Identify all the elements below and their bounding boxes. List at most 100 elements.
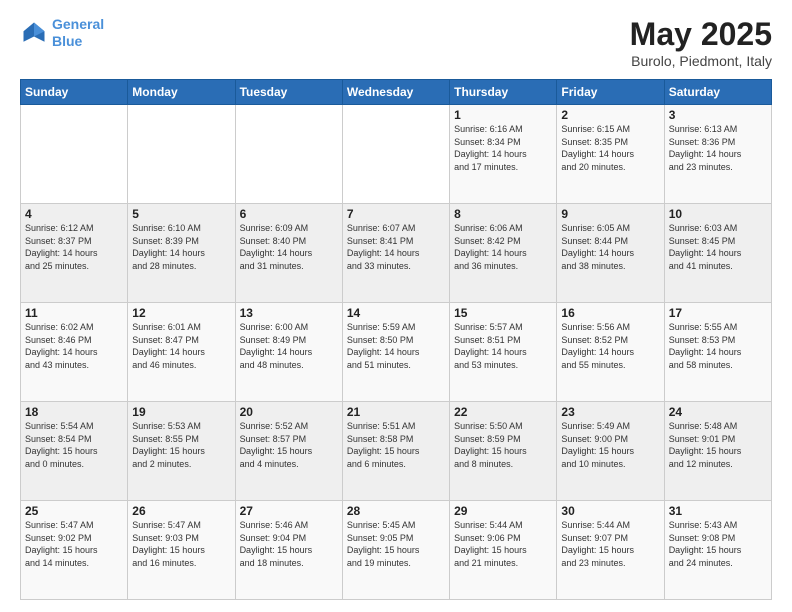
calendar-cell: 18Sunrise: 5:54 AM Sunset: 8:54 PM Dayli… (21, 402, 128, 501)
day-number: 11 (25, 306, 123, 320)
calendar-body: 1Sunrise: 6:16 AM Sunset: 8:34 PM Daylig… (21, 105, 772, 600)
day-number: 20 (240, 405, 338, 419)
weekday-sunday: Sunday (21, 80, 128, 105)
day-info: Sunrise: 6:15 AM Sunset: 8:35 PM Dayligh… (561, 123, 659, 173)
logo-text: General Blue (52, 16, 104, 50)
day-number: 25 (25, 504, 123, 518)
calendar-cell: 29Sunrise: 5:44 AM Sunset: 9:06 PM Dayli… (450, 501, 557, 600)
weekday-saturday: Saturday (664, 80, 771, 105)
day-info: Sunrise: 5:55 AM Sunset: 8:53 PM Dayligh… (669, 321, 767, 371)
calendar-cell: 31Sunrise: 5:43 AM Sunset: 9:08 PM Dayli… (664, 501, 771, 600)
day-info: Sunrise: 5:52 AM Sunset: 8:57 PM Dayligh… (240, 420, 338, 470)
day-info: Sunrise: 6:10 AM Sunset: 8:39 PM Dayligh… (132, 222, 230, 272)
day-info: Sunrise: 5:46 AM Sunset: 9:04 PM Dayligh… (240, 519, 338, 569)
calendar-cell: 17Sunrise: 5:55 AM Sunset: 8:53 PM Dayli… (664, 303, 771, 402)
weekday-thursday: Thursday (450, 80, 557, 105)
day-info: Sunrise: 6:03 AM Sunset: 8:45 PM Dayligh… (669, 222, 767, 272)
day-number: 31 (669, 504, 767, 518)
logo: General Blue (20, 16, 104, 50)
day-info: Sunrise: 6:09 AM Sunset: 8:40 PM Dayligh… (240, 222, 338, 272)
day-number: 18 (25, 405, 123, 419)
day-number: 14 (347, 306, 445, 320)
subtitle: Burolo, Piedmont, Italy (630, 53, 772, 69)
day-info: Sunrise: 6:12 AM Sunset: 8:37 PM Dayligh… (25, 222, 123, 272)
calendar-cell: 22Sunrise: 5:50 AM Sunset: 8:59 PM Dayli… (450, 402, 557, 501)
weekday-tuesday: Tuesday (235, 80, 342, 105)
calendar-cell: 27Sunrise: 5:46 AM Sunset: 9:04 PM Dayli… (235, 501, 342, 600)
day-number: 4 (25, 207, 123, 221)
day-info: Sunrise: 6:07 AM Sunset: 8:41 PM Dayligh… (347, 222, 445, 272)
day-number: 1 (454, 108, 552, 122)
day-info: Sunrise: 6:16 AM Sunset: 8:34 PM Dayligh… (454, 123, 552, 173)
calendar-table: SundayMondayTuesdayWednesdayThursdayFrid… (20, 79, 772, 600)
day-info: Sunrise: 6:02 AM Sunset: 8:46 PM Dayligh… (25, 321, 123, 371)
day-number: 26 (132, 504, 230, 518)
calendar-cell: 6Sunrise: 6:09 AM Sunset: 8:40 PM Daylig… (235, 204, 342, 303)
calendar-cell: 4Sunrise: 6:12 AM Sunset: 8:37 PM Daylig… (21, 204, 128, 303)
calendar-cell: 13Sunrise: 6:00 AM Sunset: 8:49 PM Dayli… (235, 303, 342, 402)
day-number: 21 (347, 405, 445, 419)
day-info: Sunrise: 5:44 AM Sunset: 9:07 PM Dayligh… (561, 519, 659, 569)
calendar-cell: 25Sunrise: 5:47 AM Sunset: 9:02 PM Dayli… (21, 501, 128, 600)
calendar-cell (235, 105, 342, 204)
day-info: Sunrise: 5:45 AM Sunset: 9:05 PM Dayligh… (347, 519, 445, 569)
calendar-cell: 1Sunrise: 6:16 AM Sunset: 8:34 PM Daylig… (450, 105, 557, 204)
weekday-friday: Friday (557, 80, 664, 105)
day-number: 7 (347, 207, 445, 221)
day-info: Sunrise: 5:57 AM Sunset: 8:51 PM Dayligh… (454, 321, 552, 371)
calendar-cell: 19Sunrise: 5:53 AM Sunset: 8:55 PM Dayli… (128, 402, 235, 501)
week-row-2: 4Sunrise: 6:12 AM Sunset: 8:37 PM Daylig… (21, 204, 772, 303)
header: General Blue May 2025 Burolo, Piedmont, … (20, 16, 772, 69)
day-number: 2 (561, 108, 659, 122)
day-info: Sunrise: 5:59 AM Sunset: 8:50 PM Dayligh… (347, 321, 445, 371)
day-number: 23 (561, 405, 659, 419)
day-number: 24 (669, 405, 767, 419)
day-info: Sunrise: 5:51 AM Sunset: 8:58 PM Dayligh… (347, 420, 445, 470)
day-number: 9 (561, 207, 659, 221)
calendar-cell (128, 105, 235, 204)
calendar-cell: 2Sunrise: 6:15 AM Sunset: 8:35 PM Daylig… (557, 105, 664, 204)
calendar-cell (342, 105, 449, 204)
day-number: 28 (347, 504, 445, 518)
day-info: Sunrise: 6:00 AM Sunset: 8:49 PM Dayligh… (240, 321, 338, 371)
week-row-1: 1Sunrise: 6:16 AM Sunset: 8:34 PM Daylig… (21, 105, 772, 204)
day-info: Sunrise: 6:01 AM Sunset: 8:47 PM Dayligh… (132, 321, 230, 371)
day-number: 8 (454, 207, 552, 221)
title-block: May 2025 Burolo, Piedmont, Italy (630, 16, 772, 69)
weekday-monday: Monday (128, 80, 235, 105)
day-number: 10 (669, 207, 767, 221)
calendar-cell: 14Sunrise: 5:59 AM Sunset: 8:50 PM Dayli… (342, 303, 449, 402)
logo-icon (20, 19, 48, 47)
day-info: Sunrise: 5:44 AM Sunset: 9:06 PM Dayligh… (454, 519, 552, 569)
day-info: Sunrise: 6:13 AM Sunset: 8:36 PM Dayligh… (669, 123, 767, 173)
day-info: Sunrise: 5:50 AM Sunset: 8:59 PM Dayligh… (454, 420, 552, 470)
calendar-cell: 5Sunrise: 6:10 AM Sunset: 8:39 PM Daylig… (128, 204, 235, 303)
day-number: 12 (132, 306, 230, 320)
weekday-header-row: SundayMondayTuesdayWednesdayThursdayFrid… (21, 80, 772, 105)
day-info: Sunrise: 5:47 AM Sunset: 9:02 PM Dayligh… (25, 519, 123, 569)
day-info: Sunrise: 5:56 AM Sunset: 8:52 PM Dayligh… (561, 321, 659, 371)
calendar-cell: 28Sunrise: 5:45 AM Sunset: 9:05 PM Dayli… (342, 501, 449, 600)
calendar-cell: 10Sunrise: 6:03 AM Sunset: 8:45 PM Dayli… (664, 204, 771, 303)
day-info: Sunrise: 6:05 AM Sunset: 8:44 PM Dayligh… (561, 222, 659, 272)
day-number: 13 (240, 306, 338, 320)
main-title: May 2025 (630, 16, 772, 53)
day-info: Sunrise: 5:48 AM Sunset: 9:01 PM Dayligh… (669, 420, 767, 470)
page: General Blue May 2025 Burolo, Piedmont, … (0, 0, 792, 612)
calendar-cell: 9Sunrise: 6:05 AM Sunset: 8:44 PM Daylig… (557, 204, 664, 303)
calendar-cell: 24Sunrise: 5:48 AM Sunset: 9:01 PM Dayli… (664, 402, 771, 501)
day-number: 17 (669, 306, 767, 320)
calendar-cell: 3Sunrise: 6:13 AM Sunset: 8:36 PM Daylig… (664, 105, 771, 204)
day-number: 3 (669, 108, 767, 122)
day-info: Sunrise: 5:47 AM Sunset: 9:03 PM Dayligh… (132, 519, 230, 569)
day-number: 22 (454, 405, 552, 419)
day-info: Sunrise: 6:06 AM Sunset: 8:42 PM Dayligh… (454, 222, 552, 272)
week-row-3: 11Sunrise: 6:02 AM Sunset: 8:46 PM Dayli… (21, 303, 772, 402)
calendar-cell: 11Sunrise: 6:02 AM Sunset: 8:46 PM Dayli… (21, 303, 128, 402)
day-number: 6 (240, 207, 338, 221)
week-row-4: 18Sunrise: 5:54 AM Sunset: 8:54 PM Dayli… (21, 402, 772, 501)
calendar-cell: 7Sunrise: 6:07 AM Sunset: 8:41 PM Daylig… (342, 204, 449, 303)
weekday-wednesday: Wednesday (342, 80, 449, 105)
day-info: Sunrise: 5:49 AM Sunset: 9:00 PM Dayligh… (561, 420, 659, 470)
calendar-cell: 30Sunrise: 5:44 AM Sunset: 9:07 PM Dayli… (557, 501, 664, 600)
